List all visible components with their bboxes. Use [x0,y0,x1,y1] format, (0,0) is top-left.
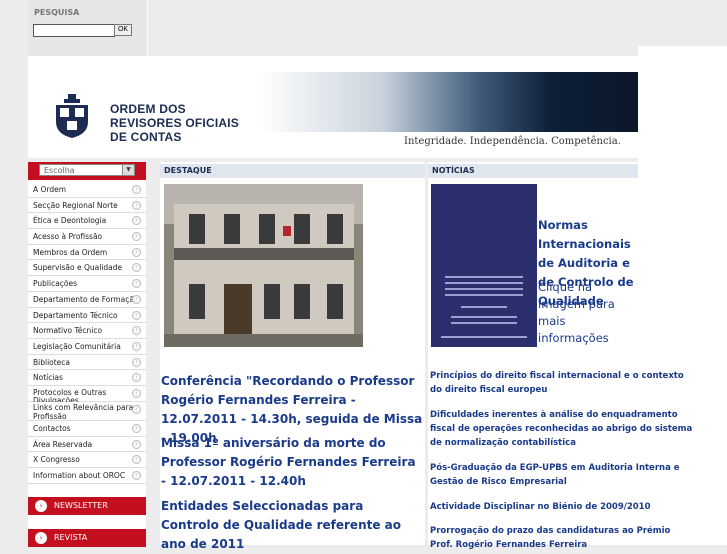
tagline: Integridade. Independência. Competência. [404,136,621,147]
sidebar-item-a-ordem[interactable]: A Ordem › [28,182,146,198]
news-link-principios[interactable]: Princípios do direito fiscal internacion… [430,369,695,397]
sidebar-select[interactable]: Escolha ▼ [39,164,135,176]
site-header: ORDEM DOS REVISORES OFICIAIS DE CONTAS I… [28,72,638,158]
news-link-actividade[interactable]: Actividade Disciplinar no Biénio de 2009… [430,500,695,514]
arrow-right-icon: › [132,200,141,210]
arrow-right-icon: › [132,294,141,304]
news-link-prorrogacao[interactable]: Prorrogação do prazo das candidaturas ao… [430,524,695,552]
noticias-header: NOTÍCIAS [428,164,638,178]
book-cover[interactable] [431,184,537,347]
arrow-right-icon: › [132,232,141,242]
sidebar-item-contactos[interactable]: Contactos › [28,420,146,437]
sidebar-item-area-reservada[interactable]: Área Reservada › [28,436,146,453]
revista-button[interactable]: › REVISTA [28,529,146,547]
arrow-right-icon: › [132,455,141,465]
destaque-link-missa[interactable]: Missa 1º aniversário da morte do Profess… [161,434,423,491]
news-link-dificuldades[interactable]: Dificuldades inerentes à análise do enqu… [430,408,695,450]
sidebar-item-congresso[interactable]: X Congresso › [28,452,146,468]
search-input[interactable] [33,24,115,37]
chevron-down-icon[interactable]: ▼ [122,165,134,175]
sidebar-select-value: Escolha [44,166,75,175]
sidebar-item-supervisao[interactable]: Supervisão e Qualidade › [28,260,146,277]
arrow-right-icon: › [35,532,47,544]
sidebar-item-legislacao[interactable]: Legislação Comunitária › [28,338,146,355]
sidebar-item-information[interactable]: Information about OROC › [28,468,146,484]
arrow-right-icon: › [132,423,141,433]
sidebar-item-publicacoes[interactable]: Publicações › [28,276,146,292]
search-button[interactable]: OK [114,24,132,36]
arrow-right-icon: › [132,471,141,480]
sidebar-item-noticias[interactable]: Notícias › [28,370,146,386]
sidebar-item-biblioteca[interactable]: Biblioteca › [28,354,146,371]
arrow-right-icon: › [35,500,47,512]
arrow-right-icon: › [132,357,141,367]
sidebar-item-links[interactable]: Links com Relevância para a Profissão › [28,401,146,421]
header-spacer [28,56,638,72]
newsletter-label: NEWSLETTER [54,501,108,510]
arrow-right-icon: › [132,388,141,398]
org-name-line1: ORDEM DOS [110,102,186,116]
arrow-right-icon: › [132,404,141,414]
revista-label: REVISTA [54,533,88,542]
org-name-line3: DE CONTAS [110,130,182,144]
search-label: PESQUISA [34,8,80,17]
destaque-section: DESTAQUE Conferência "Recordando o Profe… [160,162,425,551]
arrow-right-icon: › [132,341,141,351]
newsletter-button[interactable]: › NEWSLETTER [28,497,146,515]
arrow-right-icon: › [132,310,141,320]
arrow-right-icon: › [132,439,141,449]
org-name[interactable]: ORDEM DOS REVISORES OFICIAIS DE CONTAS [110,102,239,144]
sidebar-item-formacao[interactable]: Departamento de Formação › [28,291,146,308]
arrow-right-icon: › [132,263,141,273]
oroc-logo-icon[interactable] [54,94,90,138]
search-area: PESQUISA OK [28,0,148,56]
arrow-right-icon: › [132,185,141,194]
destaque-link-entidades[interactable]: Entidades Seleccionadas para Controlo de… [161,497,423,554]
sidebar-item-normativo[interactable]: Normativo Técnico › [28,323,146,339]
sidebar-item-seccao-regional-norte[interactable]: Secção Regional Norte › [28,197,146,214]
noticias-section: NOTÍCIAS Normas Internacionais de Audito… [428,162,692,550]
sidebar: Escolha ▼ A Ordem › Secção Regional Norte… [28,162,146,547]
sidebar-item-acesso[interactable]: Acesso à Profissão › [28,229,146,245]
arrow-right-icon: › [132,373,141,383]
sidebar-menu: A Ordem › Secção Regional Norte › Ética e … [28,182,146,484]
arrow-right-icon: › [132,216,141,226]
news-link-pos-graduacao[interactable]: Pós-Graduação da EGP-UPBS em Auditoria I… [430,461,695,489]
sidebar-item-membros[interactable]: Membros da Ordem › [28,244,146,261]
sidebar-item-etica[interactable]: Ética e Deontologia › [28,213,146,230]
building-photo[interactable] [164,184,363,347]
arrow-right-icon: › [132,247,141,257]
sidebar-item-protocolos[interactable]: Protocolos e Outras Divulgações › [28,385,146,404]
book-cover-image [431,184,537,347]
arrow-right-icon: › [132,326,141,336]
arrow-right-icon: › [132,279,141,289]
org-name-line2: REVISORES OFICIAIS [110,116,239,130]
sidebar-item-dep-tecnico[interactable]: Departamento Técnico › [28,307,146,324]
book-subtitle-link[interactable]: Clique na imagem para mais informações [538,279,638,347]
destaque-header: DESTAQUE [160,164,425,178]
